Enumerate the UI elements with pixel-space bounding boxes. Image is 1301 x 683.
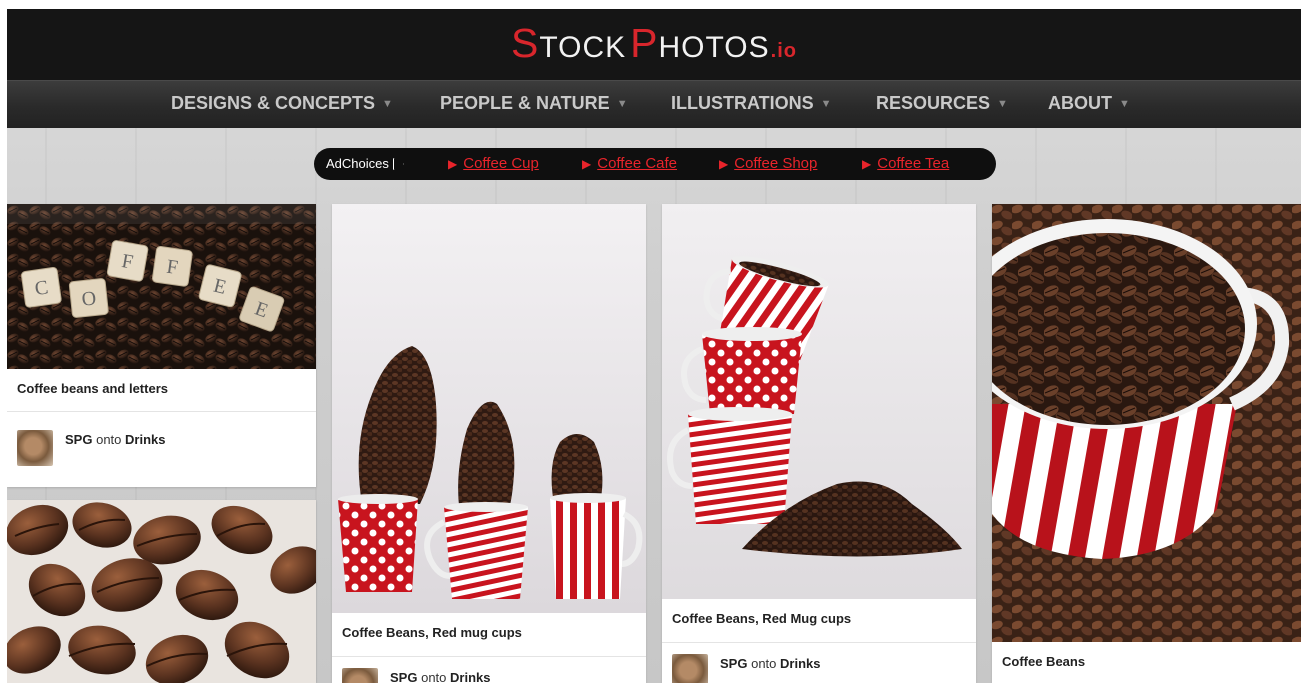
ad-link-label: Coffee Cup (463, 155, 539, 172)
chevron-down-icon: ▼ (997, 98, 1008, 110)
bean-towers-photo (332, 204, 646, 613)
nav-label: ABOUT (1048, 93, 1112, 113)
nav-label: ILLUSTRATIONS (671, 93, 814, 113)
pin-title[interactable]: Coffee Beans, Red mug cups (342, 625, 522, 640)
pinner-text: SPG onto Drinks (390, 670, 491, 683)
pinner-name[interactable]: SPG (65, 432, 92, 447)
ad-link-coffee-cafe[interactable]: ▶ Coffee Cafe (582, 155, 677, 172)
onto-text: onto (96, 432, 122, 447)
site-header: STOCKPHOTOS.io (7, 9, 1301, 80)
ad-link-coffee-shop[interactable]: ▶ Coffee Shop (719, 155, 817, 172)
avatar[interactable] (17, 430, 53, 466)
site-logo[interactable]: STOCKPHOTOS.io (7, 20, 1301, 67)
ad-link-label: Coffee Shop (734, 155, 818, 172)
avatar[interactable] (342, 668, 378, 683)
pin-title[interactable]: Coffee Beans (1002, 654, 1085, 669)
onto-text: onto (751, 656, 777, 671)
pinner-text: SPG onto Drinks (65, 432, 166, 447)
nav-designs-concepts[interactable]: DESIGNS & CONCEPTS ▼ (171, 93, 393, 114)
ad-link-coffee-cup[interactable]: ▶ Coffee Cup (448, 155, 539, 172)
nav-people-nature[interactable]: PEOPLE & NATURE ▼ (440, 93, 628, 114)
play-arrow-icon: ▶ (582, 157, 592, 171)
divider (7, 411, 316, 412)
play-arrow-icon: ▶ (448, 157, 458, 171)
pin-image-coffee-letters[interactable]: C O F F E E (7, 204, 316, 369)
pin-image-stacked-mugs[interactable] (662, 204, 976, 599)
board-name[interactable]: Drinks (780, 656, 820, 671)
chevron-down-icon: ▼ (1119, 98, 1130, 110)
ad-bar: AdChoices ▶ Coffee Cup ▶ Coffee Cafe ▶ Coff… (314, 148, 996, 180)
pin-image-roasted-beans[interactable] (7, 500, 316, 683)
ad-link-label: Coffee Tea (877, 155, 950, 172)
pin-card-red-mug-stack: Coffee Beans, Red Mug cups SPG onto Drin… (662, 204, 976, 683)
chevron-down-icon: ▼ (616, 98, 628, 110)
nav-resources[interactable]: RESOURCES ▼ (876, 93, 1008, 114)
adchoices-label: AdChoices (326, 156, 389, 171)
adchoices-link[interactable]: AdChoices (326, 156, 404, 171)
board-name[interactable]: Drinks (450, 670, 490, 683)
divider (332, 656, 646, 657)
onto-text: onto (421, 670, 447, 683)
logo-text-hotos: HOTOS (658, 31, 770, 64)
logo-text-tock: TOCK (539, 31, 627, 64)
logo-io: .io (770, 40, 797, 62)
nav-label: DESIGNS & CONCEPTS (171, 93, 376, 113)
chevron-down-icon: ▼ (382, 98, 393, 110)
chevron-down-icon: ▼ (820, 98, 832, 110)
main-nav: DESIGNS & CONCEPTS ▼ PEOPLE & NATURE ▼ ILL… (7, 80, 1301, 128)
nav-illustrations[interactable]: ILLUSTRATIONS ▼ (671, 93, 832, 114)
pin-card-coffee-beans-letters: C O F F E E Coffee beans and letters SPG… (7, 204, 316, 487)
stacked-mugs-photo (662, 204, 976, 599)
pin-card-red-mug-cups: Coffee Beans, Red mug cups SPG onto Drin… (332, 204, 646, 683)
divider (662, 642, 976, 643)
tile-letter: O (81, 287, 98, 310)
nav-label: PEOPLE & NATURE (440, 93, 610, 113)
pinner-text: SPG onto Drinks (720, 656, 821, 671)
play-arrow-icon: ▶ (719, 157, 729, 171)
pin-title[interactable]: Coffee Beans, Red Mug cups (672, 611, 851, 626)
adchoices-icon (392, 158, 404, 170)
pin-title[interactable]: Coffee beans and letters (17, 381, 168, 396)
pinner-name[interactable]: SPG (720, 656, 747, 671)
nav-label: RESOURCES (876, 93, 991, 113)
board-name[interactable]: Drinks (125, 432, 165, 447)
nav-about[interactable]: ABOUT ▼ (1048, 93, 1130, 114)
pin-image-cup-of-beans[interactable] (992, 204, 1301, 642)
ad-link-label: Coffee Cafe (597, 155, 678, 172)
logo-letter-p: P (630, 20, 659, 66)
logo-letter-s: S (511, 20, 540, 66)
pin-image-bean-towers[interactable] (332, 204, 646, 613)
roasted-beans-photo (7, 500, 316, 683)
coffee-letters-photo: C O F F E E (7, 204, 316, 369)
page-frame: STOCKPHOTOS.io DESIGNS & CONCEPTS ▼ PEOPL… (7, 9, 1301, 683)
pin-card-roasted-beans (7, 500, 316, 683)
pin-card-coffee-beans: Coffee Beans (992, 204, 1301, 683)
play-arrow-icon: ▶ (862, 157, 872, 171)
avatar[interactable] (672, 654, 708, 683)
ad-link-coffee-tea[interactable]: ▶ Coffee Tea (862, 155, 949, 172)
pinner-name[interactable]: SPG (390, 670, 417, 683)
cup-of-beans-photo (992, 204, 1301, 642)
